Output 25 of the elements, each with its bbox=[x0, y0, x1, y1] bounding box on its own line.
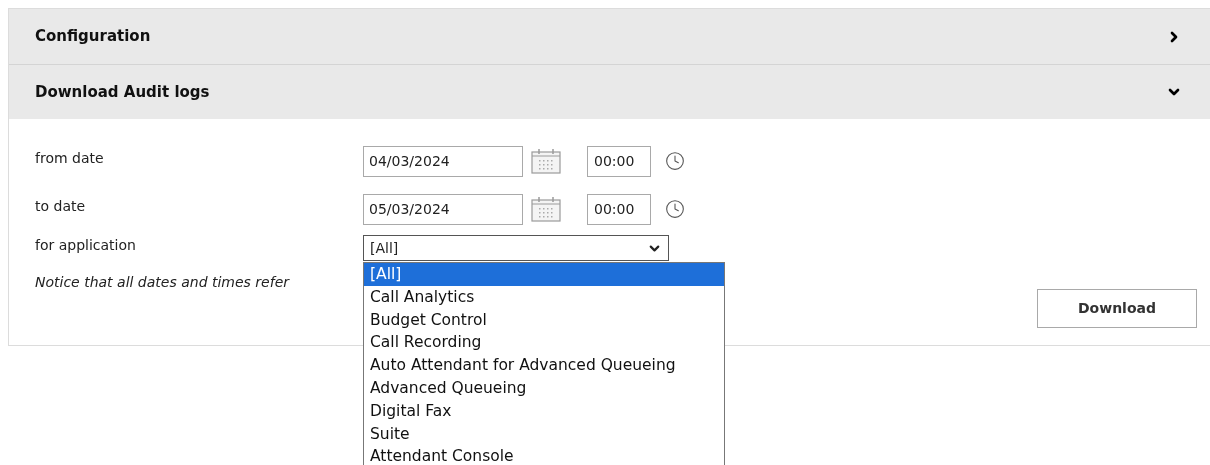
accordion-header[interactable]: Configuration bbox=[9, 9, 1210, 64]
date-field[interactable]: 05/03/2024 bbox=[363, 193, 523, 225]
dropdown-option[interactable]: Call Analytics bbox=[364, 285, 724, 309]
accordion-header[interactable]: Download Audit logs bbox=[9, 64, 1210, 119]
dropdown-option[interactable]: Auto Attendant for Advanced Queueing bbox=[364, 354, 724, 377]
dropdown-option[interactable]: Attendant Console bbox=[364, 445, 724, 465]
field-label: to date bbox=[35, 196, 87, 216]
notice-text: Notice that all dates and times refer bbox=[35, 273, 289, 292]
clock-icon[interactable] bbox=[665, 151, 685, 171]
date-field[interactable]: 04/03/2024 bbox=[363, 145, 523, 177]
dropdown-option[interactable]: [All] bbox=[364, 263, 724, 286]
dropdown-option[interactable]: Budget Control bbox=[364, 308, 724, 332]
download-button[interactable]: Download bbox=[1037, 289, 1197, 328]
dropdown-option[interactable]: Call Recording bbox=[364, 331, 724, 355]
clock-icon[interactable] bbox=[665, 199, 685, 219]
field-label: for application bbox=[35, 236, 137, 255]
time-field[interactable]: 00:00 bbox=[587, 145, 651, 177]
application-select[interactable]: [All] bbox=[363, 235, 669, 261]
dropdown-option[interactable]: Suite bbox=[364, 422, 724, 446]
section-title: Configuration bbox=[35, 26, 151, 48]
section-title: Download Audit logs bbox=[35, 81, 210, 103]
dropdown-option[interactable]: Advanced Queueing bbox=[364, 377, 724, 400]
time-field[interactable]: 00:00 bbox=[587, 193, 651, 225]
dropdown-option[interactable]: Digital Fax bbox=[364, 399, 724, 423]
field-label: from date bbox=[35, 148, 105, 168]
